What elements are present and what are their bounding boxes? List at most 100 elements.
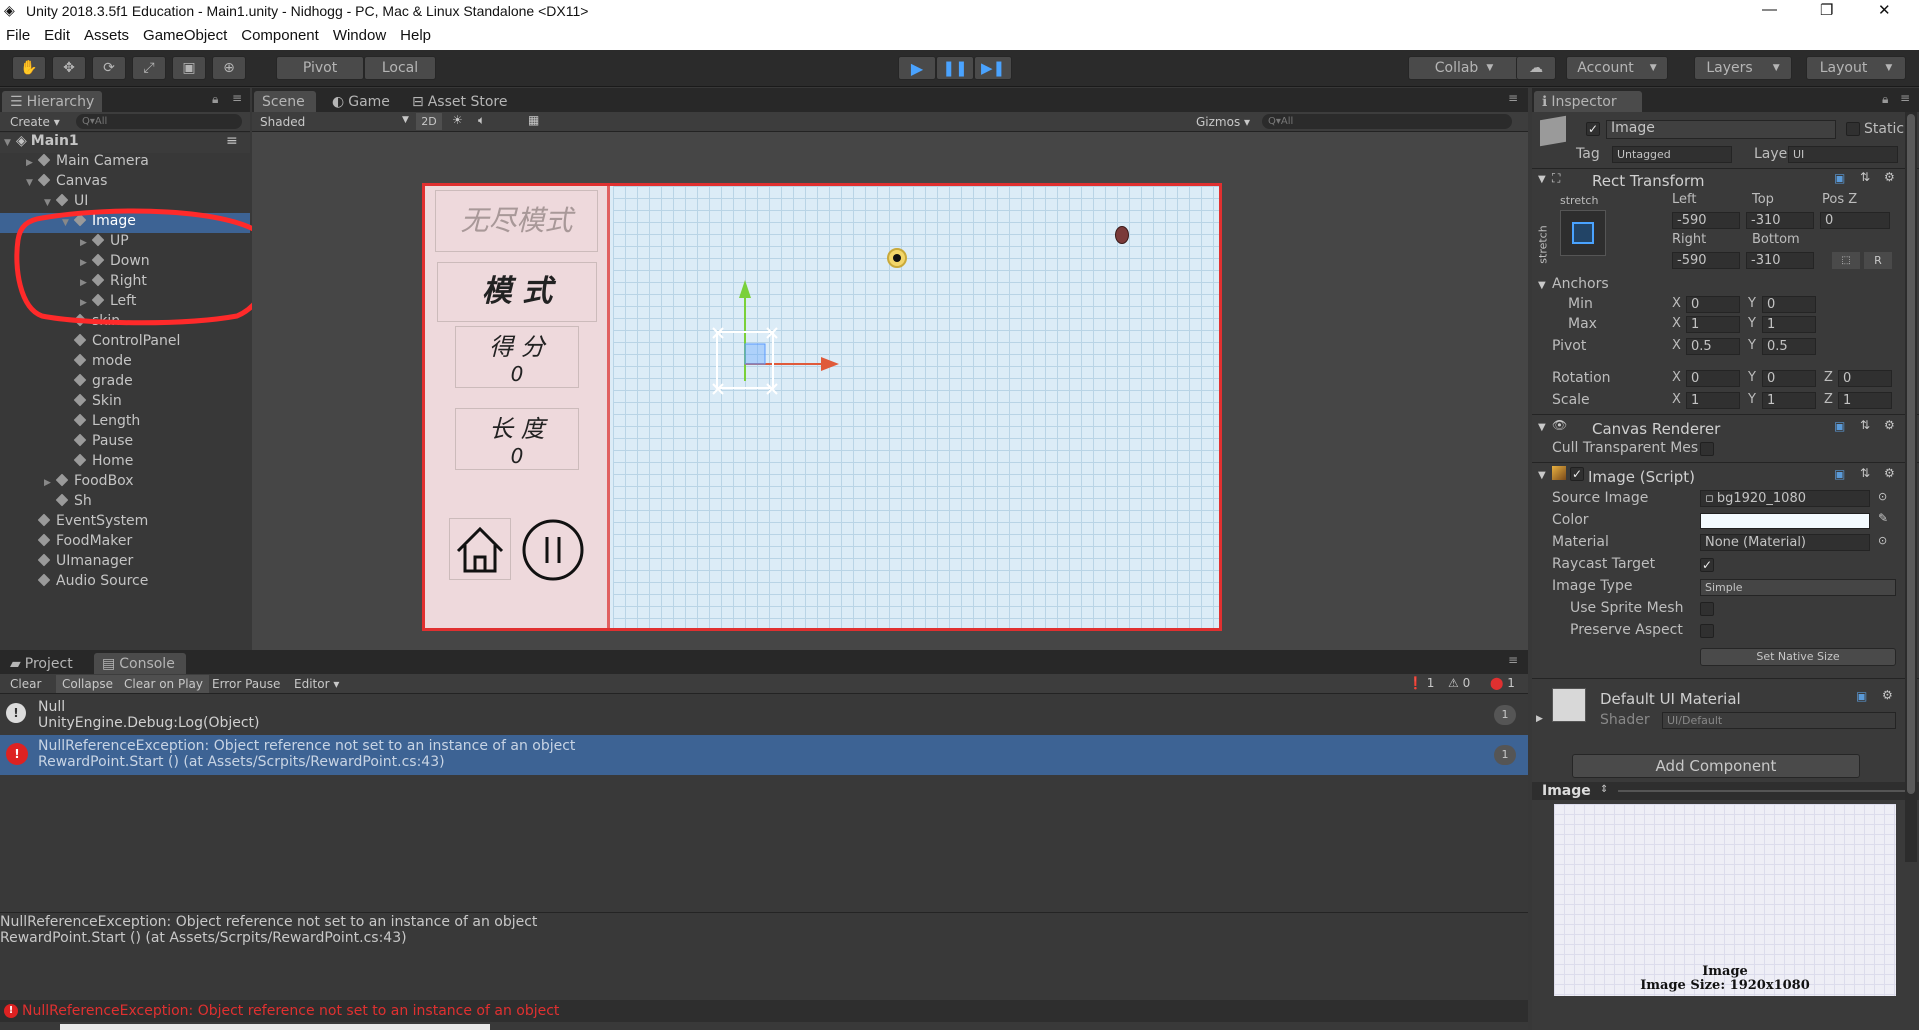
menu-help[interactable]: Help: [394, 25, 439, 50]
play-button[interactable]: ▶: [898, 56, 936, 80]
rotation-x-field[interactable]: 0: [1686, 370, 1740, 387]
warning-count[interactable]: ⚠ 0: [1448, 676, 1470, 690]
shader-dropdown[interactable]: UI/Default: [1662, 712, 1896, 729]
add-component-button[interactable]: Add Component: [1572, 754, 1860, 778]
gear-icon[interactable]: ⚙: [1882, 688, 1893, 702]
maximize-button[interactable]: ❐: [1820, 1, 1833, 19]
pause-game-button[interactable]: [521, 518, 585, 582]
anchor-max-y-field[interactable]: 1: [1762, 316, 1816, 333]
scale-y-field[interactable]: 1: [1762, 392, 1816, 409]
preview-drag-handle[interactable]: [1618, 790, 1908, 792]
collab-dropdown[interactable]: Collab ▼: [1408, 56, 1520, 80]
clear-on-play-button[interactable]: Clear on Play: [118, 675, 209, 693]
static-checkbox[interactable]: [1846, 122, 1860, 136]
home-button[interactable]: [449, 518, 511, 580]
hierarchy-item[interactable]: ▶ FoodBox: [0, 473, 250, 493]
expand-arrow-icon[interactable]: ▼: [44, 198, 56, 208]
help-icon[interactable]: ▣: [1856, 689, 1867, 703]
hierarchy-item[interactable]: Length: [0, 413, 250, 433]
bottom-field[interactable]: -310: [1746, 252, 1814, 269]
panel-menu-icon[interactable]: ≡: [232, 91, 242, 105]
object-name-field[interactable]: Image: [1606, 120, 1836, 139]
source-image-field[interactable]: ▫ bg1920_1080: [1700, 490, 1870, 507]
hierarchy-item[interactable]: mode: [0, 353, 250, 373]
hierarchy-item[interactable]: Skin: [0, 393, 250, 413]
pause-button[interactable]: ❚❚: [936, 56, 974, 80]
expand-arrow-icon[interactable]: ▼: [1538, 174, 1546, 185]
help-icon[interactable]: ▣: [1834, 171, 1845, 185]
lock-icon[interactable]: 🔒︎: [1882, 92, 1888, 107]
menu-file[interactable]: File: [0, 25, 38, 50]
rect-tool-icon[interactable]: ▣: [172, 56, 206, 80]
set-native-size-button[interactable]: Set Native Size: [1700, 648, 1896, 666]
rotation-y-field[interactable]: 0: [1762, 370, 1816, 387]
gizmos-dropdown[interactable]: Gizmos ▾: [1196, 115, 1250, 129]
expand-arrow-icon[interactable]: ▼: [1538, 470, 1546, 481]
menu-edit[interactable]: Edit: [38, 25, 78, 50]
collapse-button[interactable]: Collapse: [56, 675, 119, 693]
object-picker-icon[interactable]: ⊙: [1878, 490, 1887, 503]
menu-assets[interactable]: Assets: [78, 25, 137, 50]
tab-hierarchy[interactable]: ☰ Hierarchy: [2, 91, 102, 112]
hierarchy-item[interactable]: ControlPanel: [0, 333, 250, 353]
hierarchy-item[interactable]: UImanager: [0, 553, 250, 573]
close-button[interactable]: ✕: [1878, 1, 1891, 19]
color-swatch[interactable]: [1700, 513, 1870, 529]
sprite-mesh-checkbox[interactable]: [1700, 602, 1714, 616]
pivot-toggle[interactable]: Pivot: [276, 56, 364, 80]
anchor-preset-button[interactable]: [1560, 210, 1606, 256]
scale-x-field[interactable]: 1: [1686, 392, 1740, 409]
minimize-button[interactable]: —: [1762, 1, 1777, 18]
anchor-max-x-field[interactable]: 1: [1686, 316, 1740, 333]
lighting-icon[interactable]: ☀: [452, 113, 463, 127]
console-divider[interactable]: [0, 912, 1528, 913]
hierarchy-item[interactable]: ▶ Main Camera: [0, 153, 250, 173]
expand-arrow-icon[interactable]: ▼: [1538, 422, 1546, 433]
lock-icon[interactable]: 🔒︎: [212, 92, 218, 107]
layout-dropdown[interactable]: Layout ▼: [1806, 56, 1906, 80]
pivot-x-field[interactable]: 0.5: [1686, 338, 1740, 355]
hand-tool-icon[interactable]: ✋: [12, 56, 46, 80]
expand-arrow-icon[interactable]: ▼: [26, 178, 38, 188]
material-field[interactable]: None (Material): [1700, 534, 1870, 551]
step-button[interactable]: ▶❚: [974, 56, 1012, 80]
panel-menu-icon[interactable]: ≡: [1508, 91, 1518, 105]
raycast-checkbox[interactable]: ✓: [1700, 558, 1714, 572]
rotation-z-field[interactable]: 0: [1838, 370, 1892, 387]
scene-search-input[interactable]: Q▾All: [1262, 114, 1512, 129]
pivot-y-field[interactable]: 0.5: [1762, 338, 1816, 355]
preview-dropdown-icon[interactable]: ⇕: [1600, 784, 1608, 795]
panel-menu-icon[interactable]: ≡: [1900, 91, 1910, 105]
error-pause-button[interactable]: Error Pause: [212, 677, 280, 691]
active-checkbox[interactable]: ✓: [1586, 122, 1600, 136]
layer-dropdown[interactable]: UI: [1788, 146, 1898, 163]
hierarchy-item[interactable]: FoodMaker: [0, 533, 250, 553]
preserve-aspect-checkbox[interactable]: [1700, 624, 1714, 638]
gear-icon[interactable]: ⚙: [1884, 170, 1895, 184]
panel-menu-icon[interactable]: ≡: [1508, 653, 1518, 667]
cull-checkbox[interactable]: [1700, 442, 1714, 456]
hierarchy-item[interactable]: Pause: [0, 433, 250, 453]
menu-window[interactable]: Window: [327, 25, 394, 50]
editor-dropdown[interactable]: Editor ▾: [294, 677, 339, 691]
tab-asset-store[interactable]: ⊟ Asset Store: [404, 91, 524, 112]
menu-component[interactable]: Component: [235, 25, 327, 50]
hierarchy-item[interactable]: ▼ Canvas: [0, 173, 250, 193]
hierarchy-item[interactable]: Sh: [0, 493, 250, 513]
right-field[interactable]: -590: [1672, 252, 1740, 269]
tab-game[interactable]: ◐ Game: [324, 91, 396, 112]
anchor-min-x-field[interactable]: 0: [1686, 296, 1740, 313]
local-toggle[interactable]: Local: [364, 56, 436, 80]
layers-dropdown[interactable]: Layers ▼: [1694, 56, 1792, 80]
tab-inspector[interactable]: ℹ Inspector: [1534, 91, 1642, 112]
gear-icon[interactable]: ⚙: [1884, 466, 1895, 480]
account-dropdown[interactable]: Account ▼: [1566, 56, 1668, 80]
error-count[interactable]: ⬤ 1: [1490, 676, 1515, 690]
preset-icon[interactable]: ⇅: [1860, 170, 1870, 184]
shading-dropdown[interactable]: Shaded: [260, 115, 305, 129]
scene-root-row[interactable]: ▼ ◈ Main1 ≡: [0, 133, 250, 153]
tab-console[interactable]: ▤ Console: [94, 653, 186, 674]
game-canvas[interactable]: 无尽模式 模 式 得 分 0 长 度 0: [422, 183, 1222, 631]
hierarchy-item[interactable]: Home: [0, 453, 250, 473]
expand-arrow-icon[interactable]: ▶: [26, 158, 38, 168]
